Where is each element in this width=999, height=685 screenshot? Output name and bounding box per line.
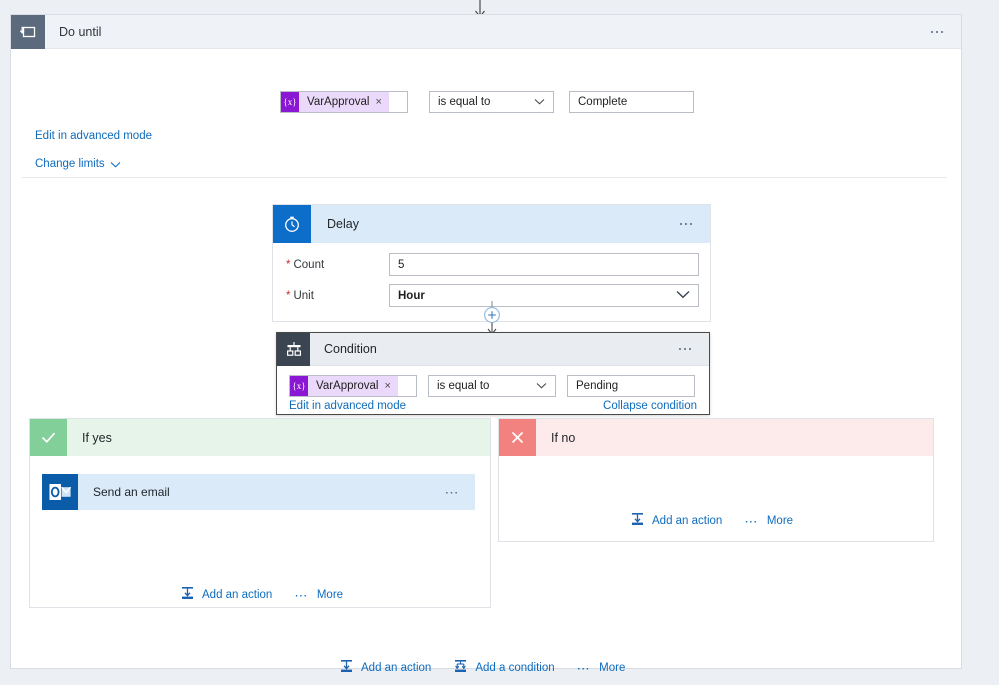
condition-value-input[interactable]: Pending — [567, 375, 695, 397]
do-until-card[interactable]: Do until ⋯ {x} VarApproval × is equal to… — [10, 14, 962, 675]
ellipsis-icon: ⋯ — [576, 660, 593, 676]
checkmark-icon — [30, 419, 67, 456]
condition-operator-select[interactable]: is equal to — [428, 375, 556, 397]
send-email-menu-ellipsis-icon[interactable]: ⋯ — [445, 485, 462, 499]
do-until-value-text: Complete — [578, 96, 628, 108]
chevron-down-icon — [536, 380, 547, 392]
collapse-condition-link[interactable]: Collapse condition — [603, 400, 697, 412]
delay-unit-label-text: Unit — [293, 289, 314, 302]
bottom-more-label: More — [599, 662, 626, 674]
add-action-icon — [339, 659, 354, 677]
add-action-icon — [180, 586, 195, 604]
required-star: * — [286, 258, 291, 271]
delay-unit-select[interactable]: Hour — [389, 284, 699, 307]
condition-card[interactable]: Condition ⋯ {x} VarApproval × is equal t… — [276, 332, 710, 415]
chevron-down-icon — [676, 290, 690, 302]
bottom-add-condition-label: Add a condition — [475, 662, 555, 674]
branch-no-add-action-label: Add an action — [652, 515, 723, 527]
variable-token-badge: {x} — [281, 92, 299, 112]
condition-body: {x} VarApproval × is equal to Pending Ed… — [277, 366, 709, 414]
do-until-variable-field[interactable]: {x} VarApproval × — [280, 91, 408, 113]
condition-menu-ellipsis-icon[interactable]: ⋯ — [678, 342, 696, 357]
branch-if-yes[interactable]: If yes Send an email ⋯ Add an action ⋯ M… — [29, 418, 491, 608]
branch-yes-add-action-button[interactable]: Add an action — [180, 586, 272, 604]
stopwatch-icon — [273, 205, 311, 243]
delay-header[interactable]: Delay ⋯ — [273, 205, 710, 243]
do-until-operator-select[interactable]: is equal to — [429, 91, 554, 113]
branch-yes-add-action-label: Add an action — [202, 589, 273, 601]
add-action-icon — [630, 512, 645, 530]
variable-token-label: VarApproval — [316, 380, 379, 392]
delay-title: Delay — [327, 217, 359, 231]
do-until-title: Do until — [59, 24, 102, 39]
delay-menu-ellipsis-icon[interactable]: ⋯ — [679, 217, 697, 232]
add-condition-icon — [453, 659, 468, 677]
delay-count-row: * Count 5 — [286, 253, 699, 276]
chevron-down-icon — [534, 96, 545, 108]
delay-count-input[interactable]: 5 — [389, 253, 699, 276]
outlook-icon — [42, 474, 78, 510]
delay-unit-value: Hour — [398, 289, 425, 302]
send-email-action-title: Send an email — [93, 485, 170, 499]
loop-repeat-icon — [11, 14, 45, 49]
variable-token[interactable]: {x} VarApproval × — [290, 376, 398, 396]
branch-no-more-label: More — [766, 515, 794, 527]
change-limits-label: Change limits — [35, 158, 105, 170]
do-until-body: {x} VarApproval × is equal to Complete E… — [11, 49, 961, 685]
bottom-add-condition-button[interactable]: Add a condition — [453, 659, 555, 677]
bottom-add-action-label: Add an action — [361, 662, 432, 674]
delay-count-label: * Count — [286, 259, 389, 271]
variable-token[interactable]: {x} VarApproval × — [281, 92, 389, 112]
branch-if-no-header: If no — [499, 419, 933, 456]
branch-if-no-title: If no — [551, 430, 576, 445]
do-until-divider — [22, 177, 947, 178]
ellipsis-icon: ⋯ — [744, 513, 760, 529]
change-limits-link[interactable]: Change limits — [35, 157, 121, 171]
condition-title: Condition — [324, 342, 377, 356]
chevron-down-icon — [110, 157, 121, 171]
condition-variable-field[interactable]: {x} VarApproval × — [289, 375, 417, 397]
do-until-footer: Add an action Add a condition ⋯ More — [339, 659, 625, 677]
do-until-advanced-mode-link[interactable]: Edit in advanced mode — [35, 130, 152, 142]
delay-count-label-text: Count — [293, 258, 325, 271]
branch-if-yes-title: If yes — [82, 430, 112, 445]
branch-yes-more-button[interactable]: ⋯ More — [294, 589, 343, 602]
send-email-action-card[interactable]: Send an email ⋯ — [42, 474, 475, 510]
do-until-operator-value: is equal to — [438, 96, 491, 108]
branch-if-no[interactable]: If no Add an action ⋯ More — [498, 418, 934, 542]
branch-yes-more-label: More — [316, 589, 344, 601]
do-until-menu-ellipsis-icon[interactable]: ⋯ — [930, 24, 948, 39]
variable-token-badge: {x} — [290, 376, 308, 396]
bottom-add-action-button[interactable]: Add an action — [339, 659, 431, 677]
do-until-header[interactable]: Do until ⋯ — [11, 14, 961, 49]
condition-branch-icon — [277, 332, 310, 366]
required-star: * — [286, 289, 291, 302]
variable-token-label: VarApproval — [307, 96, 370, 108]
ellipsis-icon: ⋯ — [294, 587, 310, 603]
branch-if-yes-header: If yes — [30, 419, 490, 456]
branch-if-no-footer: Add an action ⋯ More — [630, 512, 793, 530]
delay-unit-label: * Unit — [286, 290, 389, 302]
do-until-value-input[interactable]: Complete — [569, 91, 694, 113]
bottom-more-button[interactable]: ⋯ More — [577, 662, 626, 675]
close-x-icon — [499, 419, 536, 456]
branch-no-more-button[interactable]: ⋯ More — [744, 515, 793, 528]
condition-value-text: Pending — [576, 380, 619, 392]
variable-token-remove-icon[interactable]: × — [384, 380, 390, 392]
delay-count-value: 5 — [398, 258, 405, 271]
branch-no-add-action-button[interactable]: Add an action — [630, 512, 722, 530]
variable-token-remove-icon[interactable]: × — [375, 96, 381, 108]
flow-designer-canvas: Do until ⋯ {x} VarApproval × is equal to… — [0, 0, 999, 685]
condition-advanced-mode-link[interactable]: Edit in advanced mode — [289, 400, 406, 412]
condition-header[interactable]: Condition ⋯ — [277, 332, 709, 366]
condition-operator-value: is equal to — [437, 380, 490, 392]
branch-if-yes-footer: Add an action ⋯ More — [180, 586, 343, 604]
